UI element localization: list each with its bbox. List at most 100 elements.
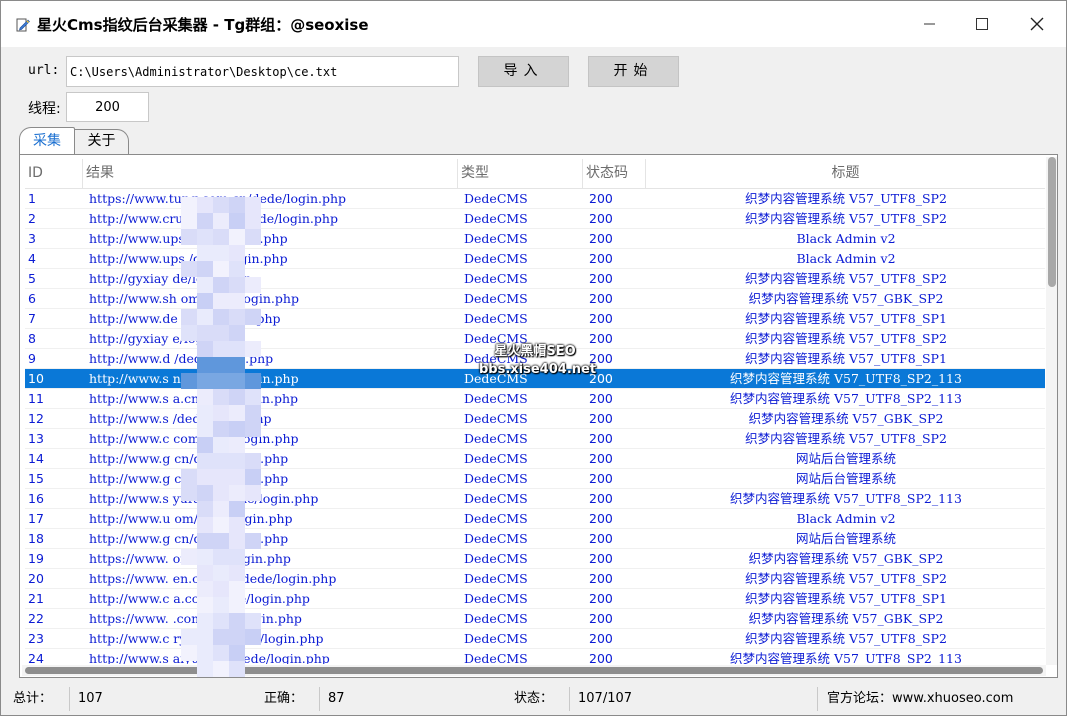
cell-result: http://gyxiay de/login.php — [89, 271, 252, 286]
table-row[interactable]: 12 http://www.s /dede/login.php DedeCMS 200… — [25, 409, 1045, 429]
cell-type: DedeCMS — [464, 551, 528, 566]
table-row[interactable]: 1 https://www.tung com.cn/dede/login.php D… — [25, 189, 1045, 209]
cell-type: DedeCMS — [464, 291, 528, 306]
cell-type: DedeCMS — [464, 271, 528, 286]
table-row[interactable]: 2 http://www.crus com.cn/dede/login.php De… — [25, 209, 1045, 229]
table-row[interactable]: 21 http://www.c a.com/dede/login.php DedeC… — [25, 589, 1045, 609]
table-row[interactable]: 7 http://www.de /dede/login.php DedeCMS 200… — [25, 309, 1045, 329]
status-divider — [817, 687, 818, 711]
cell-status-code: 200 — [589, 291, 613, 306]
column-header-status-code[interactable]: 状态码 — [583, 159, 646, 189]
cell-type: DedeCMS — [464, 311, 528, 326]
cell-result: https://www. .com/dede/login.php — [89, 611, 302, 626]
cell-title: 织梦内容管理系统 V57_GBK_SP2 — [748, 551, 944, 566]
table-row[interactable]: 3 http://www.ups /dede/login.php DedeCMS 20… — [25, 229, 1045, 249]
cell-title: 网站后台管理系统 — [795, 471, 896, 486]
table-row[interactable]: 18 http://www.g cn/dede/login.php DedeCMS 2… — [25, 529, 1045, 549]
table-row[interactable]: 5 http://gyxiay de/login.php DedeCMS 200 织梦内… — [25, 269, 1045, 289]
state-label: 状态： — [514, 691, 554, 706]
column-header-id[interactable]: ID — [25, 159, 83, 189]
table-row[interactable]: 19 https://www. om/dede/login.php DedeCMS 2… — [25, 549, 1045, 569]
cell-id: 19 — [28, 551, 44, 566]
column-header-title[interactable]: 标题 — [646, 159, 1045, 189]
column-header-result[interactable]: 结果 — [83, 159, 458, 189]
results-panel: ID 结果 类型 状态码 标题 1 https://www.tung com.cn… — [19, 154, 1058, 678]
url-input[interactable] — [66, 56, 459, 87]
thread-count-input[interactable] — [66, 92, 149, 122]
table-row[interactable]: 24 http://www.s aiyufu.cn/dede/login.php D… — [25, 649, 1045, 664]
title-bar[interactable]: 星火Cms指纹后台采集器 - Tg群组：@seoxise — [1, 1, 1066, 47]
cell-type: DedeCMS — [464, 651, 528, 664]
table-header: ID 结果 类型 状态码 标题 — [25, 159, 1045, 189]
cell-title: Black Admin v2 — [796, 511, 896, 526]
cell-id: 1 — [28, 191, 36, 206]
cell-status-code: 200 — [589, 511, 613, 526]
cell-id: 24 — [28, 651, 44, 664]
status-bar: 总计： 107 正确： 87 状态： 107/107 官方论坛：www.xhuo… — [1, 682, 1066, 716]
table-row[interactable]: 11 http://www.s a.cn/dede/login.php DedeCM… — [25, 389, 1045, 409]
vertical-scrollbar[interactable] — [1046, 157, 1057, 665]
horizontal-scroll-thumb[interactable] — [25, 667, 1043, 674]
start-button[interactable]: 开始 — [588, 56, 679, 87]
results-table[interactable]: ID 结果 类型 状态码 标题 1 https://www.tung com.cn… — [25, 159, 1045, 664]
watermark-line-1: 星火黑帽SEO — [494, 344, 576, 359]
cell-status-code: 200 — [589, 271, 613, 286]
table-row[interactable]: 4 http://www.ups /dede/login.php DedeCMS 20… — [25, 249, 1045, 269]
cell-type: DedeCMS — [464, 391, 528, 406]
cell-title: 织梦内容管理系统 V57_UTF8_SP1 — [745, 351, 947, 366]
cell-result: http://www.crus com.cn/dede/login.php — [89, 211, 338, 226]
cell-type: DedeCMS — [464, 451, 528, 466]
table-row[interactable]: 17 http://www.u om/dede/login.php DedeCMS 2… — [25, 509, 1045, 529]
cell-id: 2 — [28, 211, 36, 226]
cell-result: https://www. en.com.cn/dede/login.php — [89, 571, 337, 586]
table-row[interactable]: 23 http://www.c ryh.com/dede/login.php Ded… — [25, 629, 1045, 649]
cell-status-code: 200 — [589, 651, 613, 664]
minimize-button[interactable] — [904, 1, 956, 47]
cell-result: http://www.c com/dede/login.php — [89, 431, 299, 446]
table-row[interactable]: 13 http://www.c com/dede/login.php DedeCMS… — [25, 429, 1045, 449]
cell-type: DedeCMS — [464, 211, 528, 226]
cell-id: 7 — [28, 311, 36, 326]
tab-about[interactable]: 关于 — [75, 129, 129, 154]
forum-link[interactable]: 官方论坛：www.xhuoseo.com — [827, 690, 1013, 708]
cell-result: http://www.g cn/dede/login.php — [89, 451, 289, 466]
maximize-button[interactable] — [956, 1, 1008, 47]
table-row[interactable]: 16 http://www.s yufu.cn/dede/login.php Ded… — [25, 489, 1045, 509]
app-icon — [16, 18, 30, 32]
cell-id: 22 — [28, 611, 44, 626]
horizontal-scrollbar[interactable] — [22, 665, 1046, 676]
vertical-scroll-thumb[interactable] — [1048, 157, 1056, 287]
cell-title: 织梦内容管理系统 V57_GBK_SP2 — [748, 291, 944, 306]
tab-collect[interactable]: 采集 — [19, 127, 75, 154]
cell-status-code: 200 — [589, 451, 613, 466]
total-label: 总计： — [13, 691, 53, 706]
table-row[interactable]: 22 https://www. .com/dede/login.php DedeCM… — [25, 609, 1045, 629]
cell-result: http://www.s n.cn/dede/login.php — [89, 371, 299, 386]
cell-result: http://www.sh om/dede/login.php — [89, 291, 299, 306]
cell-id: 12 — [28, 411, 44, 426]
cell-type: DedeCMS — [464, 191, 528, 206]
column-header-type[interactable]: 类型 — [458, 159, 583, 189]
table-row[interactable]: 20 https://www. en.com.cn/dede/login.php D… — [25, 569, 1045, 589]
cell-status-code: 200 — [589, 431, 613, 446]
app-window: 星火Cms指纹后台采集器 - Tg群组：@seoxise url: 导入 开始 … — [0, 0, 1067, 716]
cell-status-code: 200 — [589, 631, 613, 646]
status-divider — [69, 687, 70, 711]
import-button[interactable]: 导入 — [478, 56, 569, 87]
cell-status-code: 200 — [589, 351, 613, 366]
table-row[interactable]: 14 http://www.g cn/dede/login.php DedeCMS 2… — [25, 449, 1045, 469]
close-button[interactable] — [1011, 1, 1063, 47]
cell-result: http://www.c a.com/dede/login.php — [89, 591, 310, 606]
table-row[interactable]: 15 http://www.g cn/dede/login.php DedeCMS 2… — [25, 469, 1045, 489]
cell-result: https://www. om/dede/login.php — [89, 551, 291, 566]
cell-type: DedeCMS — [464, 411, 528, 426]
cell-status-code: 200 — [589, 231, 613, 246]
cell-result: http://www.u om/dede/login.php — [89, 511, 293, 526]
minimize-icon — [924, 23, 935, 25]
table-row[interactable]: 6 http://www.sh om/dede/login.php DedeCMS 2… — [25, 289, 1045, 309]
cell-type: DedeCMS — [464, 531, 528, 546]
cell-result: http://www.g cn/dede/login.php — [89, 471, 289, 486]
cell-type: DedeCMS — [464, 571, 528, 586]
cell-id: 6 — [28, 291, 36, 306]
url-label: url: — [28, 63, 60, 78]
